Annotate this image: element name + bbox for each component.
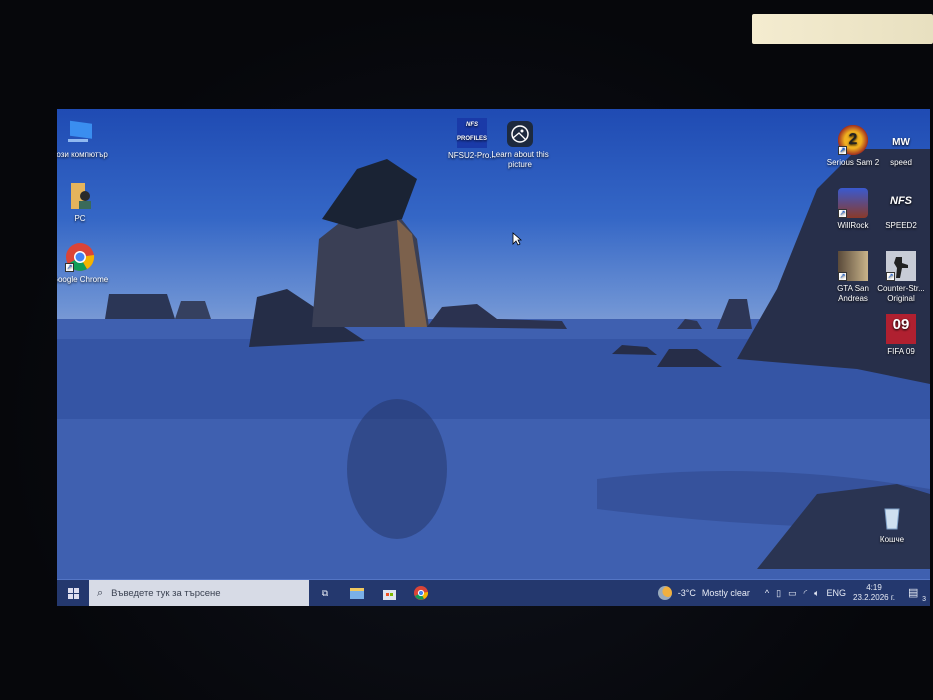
task-view-button[interactable]: ⧉ bbox=[309, 580, 341, 606]
wifi-icon[interactable]: ◜ bbox=[804, 588, 808, 599]
system-tray: -3°C Mostly clear ^ ▯ ▭ ◜ 🔈︎ ENG 4:19 23… bbox=[657, 580, 930, 606]
nfs-profiles-icon: NFS PROFILES bbox=[457, 118, 487, 148]
icon-label: speed bbox=[890, 158, 912, 167]
desktop-icon-speed[interactable]: MW speed bbox=[872, 125, 930, 168]
desktop-icon-fifa-09[interactable]: 09 FIFA 09 bbox=[872, 314, 930, 357]
icon-label: WillRock bbox=[837, 221, 869, 230]
icon-label: PC bbox=[74, 214, 86, 223]
desktop-icon-counter-strike[interactable]: ↗ Counter-Str... Original bbox=[872, 251, 930, 304]
serious-sam-icon: 2 ↗ bbox=[838, 125, 868, 155]
recycle-bin-icon bbox=[877, 502, 907, 532]
store-button[interactable] bbox=[373, 580, 405, 606]
chrome-icon bbox=[414, 586, 428, 600]
clock-time: 4:19 bbox=[866, 583, 882, 592]
desktop-icon-this-pc[interactable]: Този компютър bbox=[57, 117, 109, 160]
start-button[interactable] bbox=[57, 580, 89, 606]
icon-label: Learn about this picture bbox=[491, 150, 549, 169]
chevron-up-icon[interactable]: ^ bbox=[765, 588, 769, 598]
desktop-icon-speed2[interactable]: NFS SPEED2 bbox=[872, 188, 930, 231]
notification-center-button[interactable]: ▤ 3 bbox=[908, 586, 926, 603]
notification-count: 3 bbox=[922, 596, 926, 603]
clock-date: 23.2.2026 г. bbox=[853, 593, 895, 602]
desktop-icon-google-chrome[interactable]: ↗ Google Chrome bbox=[57, 242, 109, 285]
icon-label: FIFA 09 bbox=[887, 347, 915, 356]
folder-icon bbox=[350, 587, 364, 599]
icon-label: Кошче bbox=[879, 535, 905, 544]
wallpaper bbox=[57, 149, 930, 579]
desktop-icon-learn-about-picture[interactable]: Learn about this picture bbox=[491, 121, 549, 170]
desktop-screen: Този компютър PC ↗ Google Chrome NFS PROF… bbox=[57, 109, 930, 606]
fifa-icon: 09 bbox=[886, 314, 916, 344]
mouse-cursor bbox=[512, 232, 522, 246]
icon-label: NFSU2-Pro... bbox=[447, 151, 496, 160]
nfs-icon: NFS bbox=[890, 195, 912, 207]
weather-temp: -3°C bbox=[677, 588, 696, 598]
desktop-icon-pc[interactable]: PC bbox=[57, 181, 109, 224]
weather-widget[interactable]: -3°C Mostly clear bbox=[657, 586, 750, 600]
search-icon: ⌕ bbox=[97, 586, 104, 599]
icon-label: Counter-Str... Original bbox=[877, 284, 925, 303]
clock[interactable]: 4:19 23.2.2026 г. bbox=[853, 583, 895, 603]
meet-now-icon[interactable]: ▯ bbox=[776, 588, 781, 599]
background-light bbox=[752, 14, 933, 44]
battery-icon[interactable]: ▭ bbox=[788, 588, 797, 599]
chrome-icon: ↗ bbox=[65, 242, 95, 272]
file-explorer-button[interactable] bbox=[341, 580, 373, 606]
desktop-icon-recycle-bin[interactable]: Кошче bbox=[863, 502, 921, 545]
windows-logo-icon bbox=[67, 587, 79, 599]
chrome-taskbar-button[interactable] bbox=[405, 580, 437, 606]
icon-label: GTA San Andreas bbox=[837, 284, 869, 303]
gta-icon: ↗ bbox=[838, 251, 868, 281]
weather-condition: Mostly clear bbox=[701, 588, 750, 598]
search-placeholder: Въведете тук за търсене bbox=[111, 587, 221, 599]
willrock-icon: ↗ bbox=[838, 188, 868, 218]
notification-icon: ▤ bbox=[908, 587, 919, 599]
task-view-icon: ⧉ bbox=[321, 587, 329, 598]
counter-strike-icon: ↗ bbox=[886, 251, 916, 281]
nfs-mw-icon: MW bbox=[892, 137, 910, 148]
icon-label: SPEED2 bbox=[885, 221, 917, 230]
icon-label: Google Chrome bbox=[57, 275, 109, 284]
user-folder-icon bbox=[65, 181, 95, 211]
moon-cloud-icon bbox=[657, 586, 672, 600]
icon-label: Този компютър bbox=[57, 150, 108, 159]
taskbar: ⌕ Въведете тук за търсене ⧉ -3°C Mostly … bbox=[57, 580, 930, 606]
language-indicator[interactable]: ENG bbox=[827, 588, 847, 598]
volume-icon[interactable]: 🔈︎ bbox=[814, 588, 819, 599]
spotlight-icon bbox=[507, 121, 533, 147]
computer-icon bbox=[65, 117, 95, 147]
search-box[interactable]: ⌕ Въведете тук за търсене bbox=[89, 580, 309, 606]
store-icon bbox=[382, 589, 396, 600]
